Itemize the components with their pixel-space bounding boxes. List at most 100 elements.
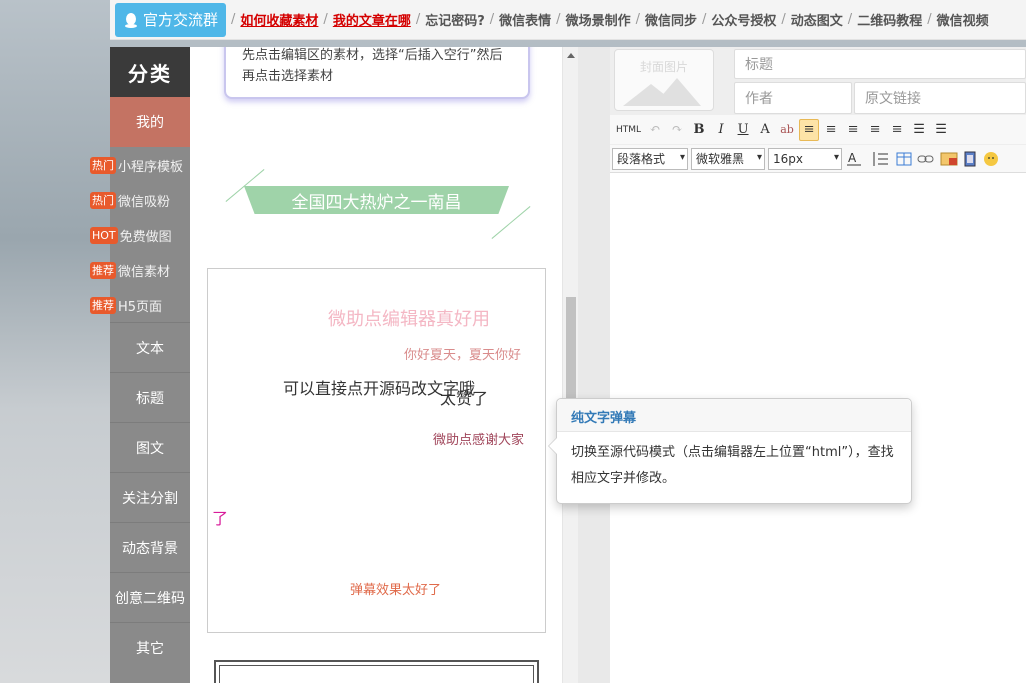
emoji-icon[interactable] (981, 149, 999, 169)
undo-icon[interactable]: ↶ (645, 119, 665, 141)
sidebar-item-label: 免费做图 (119, 229, 172, 245)
sidebar-item-label: 小程序模板 (118, 159, 184, 175)
hot-tag: 热门 (90, 156, 116, 174)
unordered-list-button[interactable]: ☰ (909, 119, 929, 141)
sidebar-item-follow-divider[interactable]: 关注分割 (110, 472, 190, 522)
indent-button[interactable]: ≡ (887, 119, 907, 141)
nav-link-collect[interactable]: 如何收藏素材 (240, 10, 318, 29)
sidebar-item-label: 微信素材 (118, 264, 171, 280)
sidebar-item-qrcode[interactable]: 创意二维码 (110, 572, 190, 622)
top-nav-bar: 官方交流群 / 如何收藏素材 / 我的文章在哪 / 忘记密码? / 微信表情 /… (110, 0, 1026, 40)
nav-separator: / (927, 12, 932, 27)
qq-group-label: 官方交流群 (143, 11, 219, 29)
font-family-select[interactable]: 微软雅黑 (691, 147, 765, 170)
highlight-button[interactable]: ab (777, 119, 797, 141)
danmu-help-popover: 纯文字弹幕 切换至源代码模式（点击编辑器左上位置“html”），查找相应文字并修… (548, 398, 912, 504)
sidebar-item-h5[interactable]: 推荐 H5页面 (90, 290, 190, 320)
paragraph-format-select[interactable]: 段落格式 (612, 147, 688, 170)
sidebar-item-my[interactable]: 我的 (110, 97, 190, 147)
danmu-text: 你好夏天，夏天你好 (404, 348, 522, 363)
author-input[interactable]: 作者 (734, 82, 852, 114)
danmu-text: 微助点感谢大家 (433, 433, 525, 448)
nav-separator: / (847, 12, 853, 27)
nav-link-account-auth[interactable]: 公众号授权 (711, 10, 776, 29)
font-size-select[interactable]: 16px (768, 147, 842, 170)
nav-link-qrcode-tutorial[interactable]: 二维码教程 (857, 10, 922, 29)
scroll-thumb[interactable] (566, 297, 576, 407)
sidebar-item-other[interactable]: 其它 (110, 622, 190, 672)
underline-button[interactable]: U (733, 119, 753, 141)
table-icon[interactable] (895, 149, 913, 169)
frame-material[interactable] (214, 660, 539, 683)
cover-label: 封面图片 (639, 60, 688, 74)
sidebar-item-label: 微信吸粉 (118, 194, 171, 210)
align-right-button[interactable]: ≡ (843, 119, 863, 141)
image-icon[interactable] (939, 149, 959, 169)
sidebar-item-material[interactable]: 推荐 微信素材 (90, 255, 190, 285)
qq-group-button[interactable]: 官方交流群 (115, 2, 227, 37)
nav-separator: / (231, 12, 236, 27)
bold-button[interactable]: B (689, 119, 709, 141)
sidebar-item-fans[interactable]: 热门 微信吸粉 (90, 185, 190, 215)
sidebar-title: 分类 (110, 47, 190, 97)
tip-box[interactable]: 先点击编辑区的素材，选择“后插入空行”然后再点击选择素材 (224, 47, 530, 99)
recommend-tag: 推荐 (90, 296, 116, 314)
recommend-tag: 推荐 (90, 261, 116, 279)
align-left-button[interactable]: ≡ (799, 118, 820, 141)
nav-link-emoji[interactable]: 微信表情 (499, 10, 551, 29)
sidebar-item-miniprogram[interactable]: 热门 小程序模板 (90, 150, 190, 180)
tip-text: 先点击编辑区的素材，选择“后插入空行”然后再点击选择素材 (242, 48, 503, 84)
font-color-button[interactable]: A (755, 119, 775, 141)
letter-spacing-icon[interactable]: A (845, 149, 867, 169)
category-sidebar: 分类 我的 热门 小程序模板 热门 微信吸粉 HOT 免费做图 推荐 微信素材 … (90, 47, 190, 683)
nav-separator: / (701, 12, 707, 27)
sidebar-item-heading[interactable]: 标题 (110, 372, 190, 422)
italic-button[interactable]: I (711, 119, 731, 141)
nav-separator: / (556, 12, 561, 27)
nav-link-my-articles[interactable]: 我的文章在哪 (333, 10, 411, 29)
align-center-button[interactable]: ≡ (821, 119, 841, 141)
nav-separator: / (489, 12, 495, 27)
nav-separator: / (635, 12, 640, 27)
popover-arrow-fill (549, 437, 558, 455)
danmu-text: 太赞了 (440, 389, 489, 408)
nav-link-micro-scene[interactable]: 微场景制作 (566, 10, 631, 29)
html-source-button[interactable]: HTML (614, 119, 643, 141)
material-scrollbar[interactable] (562, 47, 578, 683)
nav-link-forgot-password[interactable]: 忘记密码? (425, 10, 485, 29)
material-panel: 先点击编辑区的素材，选择“后插入空行”然后再点击选择素材 全国四大热炉之一南昌 … (190, 47, 562, 683)
nav-link-wechat-video[interactable]: 微信视频 (937, 10, 989, 29)
nav-link-dynamic-article[interactable]: 动态图文 (791, 10, 843, 29)
source-link-input[interactable]: 原文链接 (854, 82, 1026, 114)
frame-inner-border (219, 665, 534, 683)
panel-gap (578, 47, 610, 683)
popover-body: 切换至源代码模式（点击编辑器左上位置“html”），查找相应文字并修改。 (571, 445, 894, 486)
sidebar-item-label: H5页面 (118, 299, 163, 315)
banner-text: 全国四大热炉之一南昌 (291, 192, 462, 213)
hot-tag: 热门 (90, 191, 116, 209)
link-icon[interactable] (916, 149, 936, 169)
nav-link-wechat-sync[interactable]: 微信同步 (645, 10, 697, 29)
sidebar-item-image-text[interactable]: 图文 (110, 422, 190, 472)
danmu-material[interactable]: 微助点编辑器真好用 你好夏天，夏天你好 可以直接点开源码改文字哦 太赞了 微助点… (207, 268, 546, 633)
sidebar-item-text[interactable]: 文本 (110, 322, 190, 372)
video-icon[interactable] (962, 149, 978, 169)
redo-icon[interactable]: ↷ (667, 119, 687, 141)
align-justify-button[interactable]: ≡ (865, 119, 885, 141)
article-editor: 封面图片 标题 作者 原文链接 HTML ↶ ↷ B I U A ab ≡ ≡ … (610, 47, 1026, 683)
ordered-list-button[interactable]: ☰ (931, 119, 951, 141)
qq-icon (125, 12, 137, 28)
cover-image-upload[interactable]: 封面图片 (614, 49, 714, 111)
nav-separator: / (781, 12, 786, 27)
danmu-text: 微助点编辑器真好用 (328, 309, 490, 330)
nav-separator: / (323, 12, 328, 27)
editor-toolbar-row-2: 段落格式 微软雅黑 16px A (610, 145, 1026, 173)
line-height-icon[interactable] (870, 149, 892, 169)
title-input[interactable]: 标题 (734, 49, 1026, 79)
sidebar-item-dynamic-bg[interactable]: 动态背景 (110, 522, 190, 572)
scroll-up-arrow-icon[interactable] (567, 53, 575, 58)
title-banner-material[interactable]: 全国四大热炉之一南昌 (244, 186, 509, 214)
sidebar-item-free-image[interactable]: HOT 免费做图 (90, 220, 190, 250)
popover-title: 纯文字弹幕 (557, 399, 911, 432)
nav-separator: / (415, 12, 421, 27)
